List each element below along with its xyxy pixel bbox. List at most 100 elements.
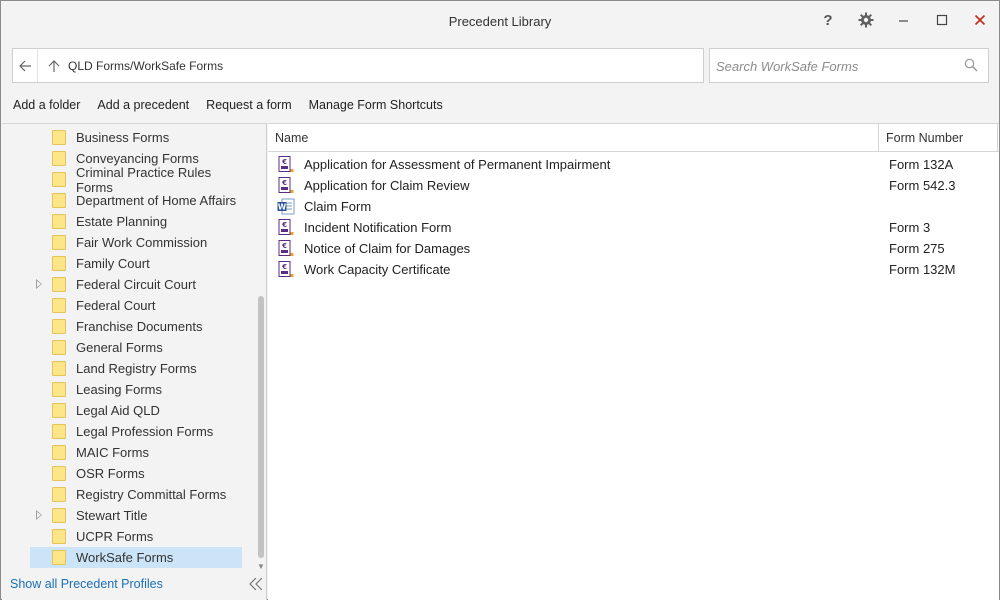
- scroll-down-icon[interactable]: ▼: [257, 562, 265, 571]
- folder-icon: [52, 403, 66, 418]
- column-header-name[interactable]: Name: [268, 124, 879, 152]
- form-document-icon: €: [278, 261, 294, 277]
- breadcrumb: QLD Forms/WorkSafe Forms: [68, 59, 224, 73]
- tree-item-worksafe-forms[interactable]: WorkSafe Forms: [30, 547, 242, 568]
- minimize-button[interactable]: [887, 7, 921, 33]
- up-arrow-icon: [48, 59, 60, 72]
- folder-icon: [52, 445, 66, 460]
- tree-item-label: Land Registry Forms: [76, 361, 197, 376]
- close-button[interactable]: [963, 7, 997, 33]
- title-bar: Precedent Library ?: [1, 1, 999, 39]
- back-button[interactable]: [13, 49, 38, 82]
- row-name: Application for Assessment of Permanent …: [304, 157, 611, 172]
- tree-item-leasing-forms[interactable]: Leasing Forms: [30, 379, 242, 400]
- folder-icon: [52, 361, 66, 376]
- tree-item-label: Franchise Documents: [76, 319, 203, 334]
- scrollbar-thumb[interactable]: [258, 296, 264, 558]
- search-input[interactable]: [716, 57, 956, 75]
- svg-text:€: €: [281, 179, 287, 187]
- tree-item-franchise-documents[interactable]: Franchise Documents: [30, 316, 242, 337]
- maximize-icon: [936, 14, 948, 26]
- tree-item-criminal-practice-rules-forms[interactable]: Criminal Practice Rules Forms: [30, 165, 242, 195]
- maximize-button[interactable]: [925, 7, 959, 33]
- tree-item-osr-forms[interactable]: OSR Forms: [30, 463, 242, 484]
- show-all-precedent-profiles-link[interactable]: Show all Precedent Profiles: [10, 577, 163, 591]
- list-item[interactable]: W Claim Form: [268, 196, 999, 217]
- form-document-icon: €: [278, 156, 294, 172]
- row-name: Notice of Claim for Damages: [304, 241, 471, 256]
- svg-text:W: W: [278, 203, 287, 212]
- tree-item-label: UCPR Forms: [76, 529, 154, 544]
- row-name: Application for Claim Review: [304, 178, 470, 193]
- word-document-icon: W: [277, 198, 295, 215]
- folder-icon: [52, 256, 66, 271]
- search-icon[interactable]: [964, 58, 978, 72]
- minimize-icon: [899, 20, 908, 22]
- list-item[interactable]: € Incident Notification Form Form 3: [268, 217, 999, 238]
- folder-icon: [52, 319, 66, 334]
- search-box[interactable]: [709, 48, 989, 83]
- tree-item-label: Fair Work Commission: [76, 235, 208, 250]
- help-button[interactable]: ?: [811, 7, 845, 33]
- folder-icon: [52, 550, 66, 565]
- tree-item-legal-profession-forms[interactable]: Legal Profession Forms: [30, 421, 242, 442]
- add-precedent-button[interactable]: Add a precedent: [97, 98, 189, 112]
- back-arrow-icon: [19, 60, 31, 71]
- svg-text:€: €: [281, 242, 287, 250]
- expand-arrow-icon[interactable]: [36, 279, 42, 289]
- tree-item-land-registry-forms[interactable]: Land Registry Forms: [30, 358, 242, 379]
- row-form-number: Form 3: [889, 220, 931, 235]
- row-form-number: Form 542.3: [889, 178, 956, 193]
- column-header-form-number[interactable]: Form Number: [879, 124, 998, 152]
- folder-tree: Business Forms Conveyancing Forms Crimin…: [2, 123, 267, 600]
- tree-item-business-forms[interactable]: Business Forms: [30, 127, 242, 148]
- precedent-library-window: Precedent Library ? QLD Forms/WorkSafe F…: [0, 0, 1000, 600]
- folder-icon: [52, 277, 66, 292]
- row-name: Claim Form: [304, 199, 372, 214]
- row-name: Work Capacity Certificate: [304, 262, 451, 277]
- row-form-number: Form 132A: [889, 157, 954, 172]
- tree-item-estate-planning[interactable]: Estate Planning: [30, 211, 242, 232]
- tree-item-label: Registry Committal Forms: [76, 487, 227, 502]
- folder-icon: [52, 298, 66, 313]
- expand-arrow-icon[interactable]: [36, 510, 42, 520]
- form-document-icon: €: [278, 219, 294, 235]
- manage-form-shortcuts-button[interactable]: Manage Form Shortcuts: [309, 98, 443, 112]
- list-item[interactable]: € Application for Claim Review Form 542.…: [268, 175, 999, 196]
- tree-item-stewart-title[interactable]: Stewart Title: [30, 505, 242, 526]
- tree-item-general-forms[interactable]: General Forms: [30, 337, 242, 358]
- form-document-icon: €: [278, 240, 294, 256]
- tree-item-federal-circuit-court[interactable]: Federal Circuit Court: [30, 274, 242, 295]
- tree-item-label: MAIC Forms: [76, 445, 149, 460]
- tree-item-ucpr-forms[interactable]: UCPR Forms: [30, 526, 242, 547]
- list-item[interactable]: € Notice of Claim for Damages Form 275: [268, 238, 999, 259]
- tree-item-legal-aid-qld[interactable]: Legal Aid QLD: [30, 400, 242, 421]
- tree-item-registry-committal-forms[interactable]: Registry Committal Forms: [30, 484, 242, 505]
- collapse-pane-icon[interactable]: [248, 576, 264, 592]
- tree-item-fair-work-commission[interactable]: Fair Work Commission: [30, 232, 242, 253]
- tree-item-label: OSR Forms: [76, 466, 145, 481]
- tree-scrollbar[interactable]: ▼: [256, 124, 266, 574]
- folder-icon: [52, 508, 66, 523]
- list-item[interactable]: € Application for Assessment of Permanen…: [268, 154, 999, 175]
- tree-item-maic-forms[interactable]: MAIC Forms: [30, 442, 242, 463]
- precedent-list: Name Form Number € Application for Asses…: [268, 123, 999, 600]
- address-bar[interactable]: QLD Forms/WorkSafe Forms: [12, 48, 704, 83]
- list-item[interactable]: € Work Capacity Certificate Form 132M: [268, 259, 999, 280]
- up-button[interactable]: [43, 49, 65, 82]
- tree-item-label: Legal Profession Forms: [76, 424, 214, 439]
- settings-button[interactable]: [849, 7, 883, 33]
- gear-icon: [858, 12, 874, 28]
- tree-item-family-court[interactable]: Family Court: [30, 253, 242, 274]
- tree-item-department-of-home-affairs[interactable]: Department of Home Affairs: [30, 190, 242, 211]
- add-folder-button[interactable]: Add a folder: [13, 98, 80, 112]
- svg-text:€: €: [281, 221, 287, 229]
- tree-item-label: Estate Planning: [76, 214, 168, 229]
- svg-text:€: €: [281, 263, 287, 271]
- row-name: Incident Notification Form: [304, 220, 452, 235]
- folder-icon: [52, 235, 66, 250]
- folder-icon: [52, 193, 66, 208]
- tree-item-federal-court[interactable]: Federal Court: [30, 295, 242, 316]
- request-form-button[interactable]: Request a form: [206, 98, 291, 112]
- folder-icon: [52, 424, 66, 439]
